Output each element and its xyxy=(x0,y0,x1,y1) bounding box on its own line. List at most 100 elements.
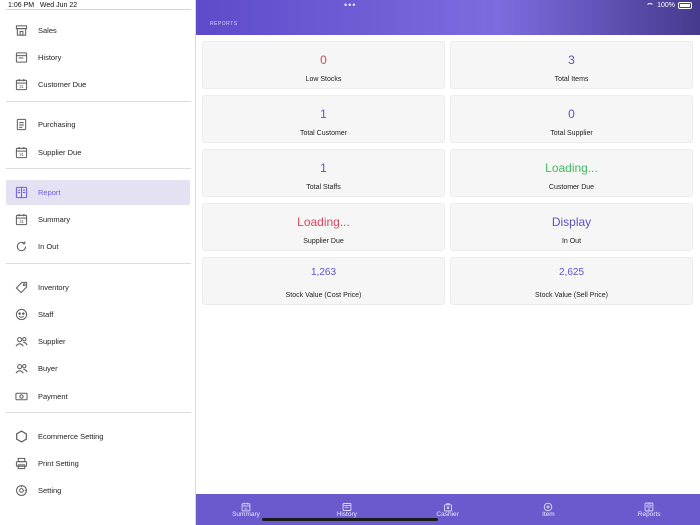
wifi-icon xyxy=(646,2,655,9)
users-icon xyxy=(14,335,28,349)
sidebar-item-label: Report xyxy=(38,187,61,197)
svg-text:31: 31 xyxy=(19,152,24,157)
sidebar-item-print-setting[interactable]: Print Setting xyxy=(6,451,190,476)
tab-label: Cashier xyxy=(436,511,459,518)
card-label: Supplier Due xyxy=(303,238,344,245)
staff-icon xyxy=(14,307,28,321)
calendar-icon: 31 xyxy=(14,213,28,227)
status-bar: 1:06 PM Wed Jun 22 ••• 100% xyxy=(0,0,700,12)
card-value: 1,263 xyxy=(310,267,337,278)
card-label: Total Supplier xyxy=(550,130,593,137)
card-label: Stock Value (Sell Price) xyxy=(534,292,608,299)
battery-icon xyxy=(678,2,692,9)
sidebar-item-label: History xyxy=(38,52,62,62)
sidebar-item-buyer[interactable]: Buyer xyxy=(6,356,190,381)
sidebar-item-label: Staff xyxy=(38,309,54,319)
card-value: 0 xyxy=(568,107,575,121)
calendar-icon: 31 xyxy=(240,499,252,512)
battery-percent: 100% xyxy=(657,2,675,9)
sidebar-item-label: Summary xyxy=(38,215,71,225)
card-value: 3 xyxy=(568,53,575,67)
sidebar-item-ecommerce-setting[interactable]: Ecommerce Setting xyxy=(6,424,190,449)
report-card-stock-value-cost-price[interactable]: 1,263 Stock Value (Cost Price) xyxy=(202,257,445,305)
card-value: Loading... xyxy=(545,161,598,175)
svg-text:31: 31 xyxy=(19,84,24,89)
card-label: Low Stocks xyxy=(305,76,342,83)
tab-label: Summary xyxy=(232,511,260,518)
card-label: Total Items xyxy=(554,76,589,83)
store-icon xyxy=(14,23,28,37)
add-circle-icon xyxy=(542,499,554,512)
sidebar-item-label: Supplier Due xyxy=(38,147,82,157)
sidebar-item-staff[interactable]: Staff xyxy=(6,302,190,327)
sidebar-item-inventory[interactable]: Inventory xyxy=(6,275,190,300)
gear-icon xyxy=(14,484,28,498)
report-card-stock-value-sell-price[interactable]: 2,625 Stock Value (Sell Price) xyxy=(450,257,693,305)
sidebar-item-supplier-due[interactable]: 31 Supplier Due xyxy=(6,140,190,165)
sidebar-item-payment[interactable]: Payment xyxy=(6,384,190,409)
history-icon xyxy=(14,50,28,64)
card-label: Customer Due xyxy=(548,184,595,191)
refresh-icon xyxy=(14,240,28,254)
hexagon-icon xyxy=(14,429,28,443)
sidebar-item-label: Ecommerce Setting xyxy=(38,431,104,441)
sidebar-divider xyxy=(6,263,191,265)
sidebar-item-label: Inventory xyxy=(38,282,69,292)
sidebar-item-label: Supplier xyxy=(38,337,66,347)
home-indicator xyxy=(262,518,438,521)
sidebar-item-label: Print Setting xyxy=(38,459,79,469)
card-value: 1 xyxy=(320,161,327,175)
report-icon xyxy=(643,499,655,512)
report-card-low-stocks[interactable]: 0 Low Stocks xyxy=(202,41,445,89)
report-card-total-items[interactable]: 3 Total Items xyxy=(450,41,693,89)
report-card-in-out[interactable]: Display In Out xyxy=(450,203,693,251)
sidebar-item-label: Buyer xyxy=(38,364,58,374)
sidebar-item-label: In Out xyxy=(38,242,59,252)
status-time: 1:06 PM Wed Jun 22 xyxy=(8,2,78,9)
printer-icon xyxy=(14,457,28,471)
sidebar-item-label: Customer Due xyxy=(38,79,87,89)
card-value: 2,625 xyxy=(558,267,585,278)
sidebar-item-summary[interactable]: 31 Summary xyxy=(6,207,190,232)
card-label: Stock Value (Cost Price) xyxy=(285,292,362,299)
report-card-customer-due[interactable]: Loading... Customer Due xyxy=(450,149,693,197)
sidebar: Sales History 31 Customer Due Purchasing 31 Su… xyxy=(0,0,196,525)
sidebar-item-label: Payment xyxy=(38,391,68,401)
sidebar-item-report[interactable]: Report xyxy=(6,179,190,205)
status-indicators: 100% xyxy=(646,2,692,9)
tab-item[interactable]: Item xyxy=(498,494,598,525)
sidebar-item-label: Sales xyxy=(38,25,57,35)
document-icon xyxy=(14,118,28,132)
tab-label: History xyxy=(336,511,357,518)
page-title: REPORTS xyxy=(210,21,238,27)
sidebar-item-in-out[interactable]: In Out xyxy=(6,234,190,259)
report-icon xyxy=(14,185,28,199)
card-value: 1 xyxy=(320,107,327,121)
card-label: Total Customer xyxy=(299,130,348,137)
sidebar-item-supplier[interactable]: Supplier xyxy=(6,329,190,354)
sidebar-divider xyxy=(6,100,191,102)
sidebar-item-sales[interactable]: Sales xyxy=(6,18,190,43)
report-grid: 0 Low Stocks 3 Total Items 1 Total Customer 0 T… xyxy=(196,35,700,494)
sidebar-divider xyxy=(6,412,191,414)
sidebar-item-setting[interactable]: Setting xyxy=(6,478,190,503)
report-card-supplier-due[interactable]: Loading... Supplier Due xyxy=(202,203,445,251)
sidebar-item-history[interactable]: History xyxy=(6,45,190,70)
card-value: Display xyxy=(551,215,592,229)
sidebar-divider xyxy=(6,168,191,170)
report-card-total-customer[interactable]: 1 Total Customer xyxy=(202,95,445,143)
sidebar-item-purchasing[interactable]: Purchasing xyxy=(6,112,190,137)
report-card-total-staffs[interactable]: 1 Total Staffs xyxy=(202,149,445,197)
sidebar-item-label: Setting xyxy=(38,486,62,496)
multitasking-dots[interactable]: ••• xyxy=(344,0,356,10)
tag-icon xyxy=(14,280,28,294)
users-icon xyxy=(14,362,28,376)
calendar-icon: 31 xyxy=(14,145,28,159)
history-icon xyxy=(341,499,353,511)
sidebar-item-customer-due[interactable]: 31 Customer Due xyxy=(6,72,190,97)
cashier-icon xyxy=(442,499,454,512)
card-label: In Out xyxy=(561,238,582,245)
report-card-total-supplier[interactable]: 0 Total Supplier xyxy=(450,95,693,143)
tab-reports[interactable]: Reports xyxy=(599,494,699,525)
tab-label: Reports xyxy=(637,511,661,518)
